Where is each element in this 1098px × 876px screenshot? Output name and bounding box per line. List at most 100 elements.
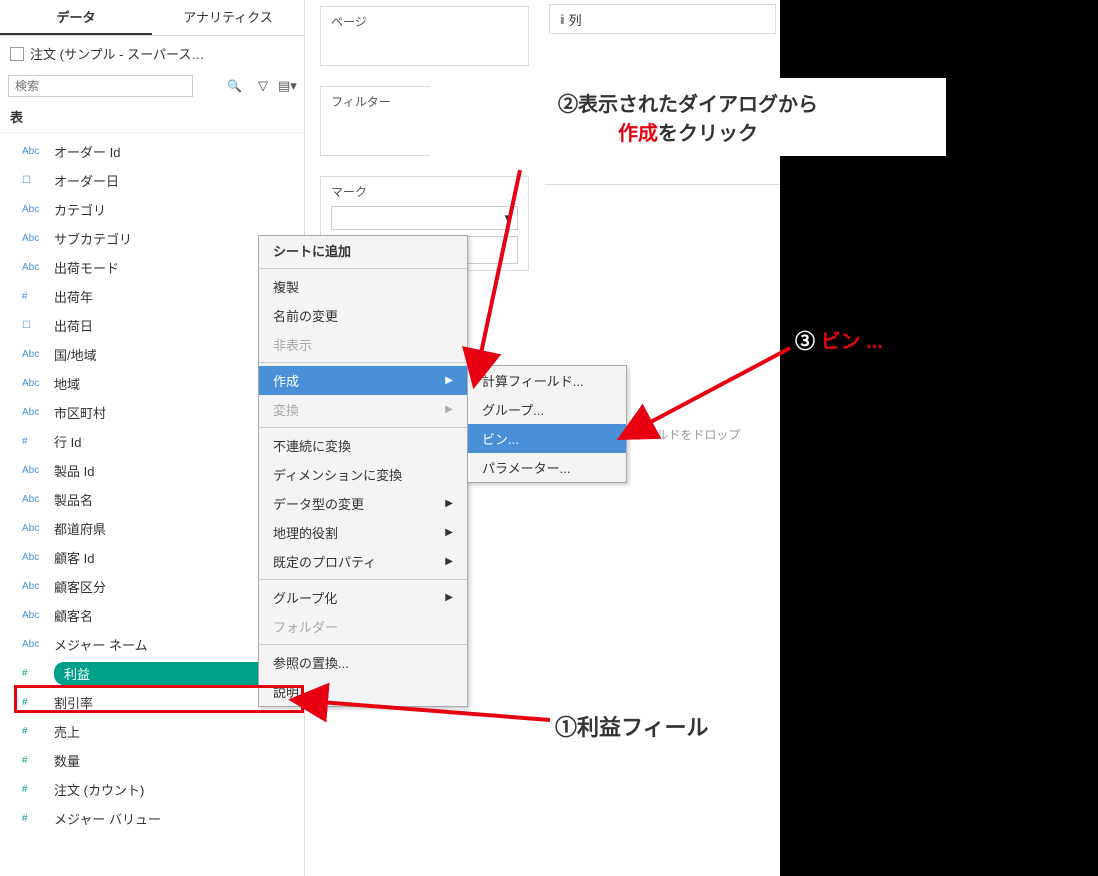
field-type-icon: # [22,668,46,679]
datasource-icon [10,47,24,61]
submenu-group[interactable]: グループ... [468,395,626,424]
submenu-calc-field[interactable]: 計算フィールド... [468,366,626,395]
field-type-icon: Abc [22,639,46,650]
sidebar-tabs: データ アナリティクス [0,0,304,36]
field-item[interactable]: # 注文 (カウント) [0,775,304,804]
chevron-right-icon: ▶ [445,498,453,509]
menu-add-to-sheet[interactable]: シートに追加 [259,236,467,265]
field-type-icon: Abc [22,407,46,418]
field-label: 市区町村 [54,403,106,422]
chevron-right-icon: ▶ [445,592,453,603]
field-label: 国/地域 [54,345,97,364]
columns-label: 列 [569,10,582,29]
datasource-name: 注文 (サンプル - スーパース… [30,44,204,63]
annotation-step2: ②表示されたダイアログから 作成をクリック [430,78,946,156]
menu-duplicate[interactable]: 複製 [259,272,467,301]
field-label: 顧客 Id [54,548,94,567]
menu-create[interactable]: 作成▶ [259,366,467,395]
annotation-step3: ③ ビン ... [795,325,883,354]
chevron-right-icon: ▶ [445,527,453,538]
annotation-step1: ①利益フィール [555,710,709,742]
field-type-icon: # [22,784,46,795]
field-item[interactable]: # 数量 [0,746,304,775]
filter-icon[interactable]: ▽ [254,78,272,94]
field-item[interactable]: ☐ オーダー日 [0,166,304,195]
tab-data[interactable]: データ [0,0,152,35]
chevron-right-icon: ▶ [445,556,453,567]
field-label: 出荷モード [54,258,119,277]
view-options-icon[interactable]: ▤▾ [278,78,296,94]
field-type-icon: ☐ [22,320,46,331]
field-type-icon: Abc [22,523,46,534]
field-type-icon: Abc [22,349,46,360]
field-label: 注文 (カウント) [54,780,144,799]
field-type-icon: Abc [22,494,46,505]
field-type-icon: Abc [22,581,46,592]
pages-shelf[interactable]: ページ [320,6,529,66]
menu-geo-role[interactable]: 地理的役割▶ [259,518,467,547]
field-label: オーダー日 [54,171,119,190]
field-label: メジャー ネーム [54,635,148,654]
field-label: 売上 [54,722,80,741]
submenu-parameter[interactable]: パラメーター... [468,453,626,482]
field-item[interactable]: Abc オーダー Id [0,137,304,166]
field-label: 製品名 [54,490,93,509]
field-type-icon: Abc [22,204,46,215]
menu-hide: 非表示 [259,330,467,359]
field-type-icon: Abc [22,610,46,621]
chevron-right-icon: ▶ [445,404,453,415]
menu-rename[interactable]: 名前の変更 [259,301,467,330]
search-icon: 🔍 [227,79,242,93]
create-submenu: 計算フィールド... グループ... ビン... パラメーター... [467,365,627,483]
columns-shelf[interactable]: iii 列 [549,4,776,34]
columns-icon: iii [560,12,563,27]
field-type-icon: # [22,726,46,737]
field-type-icon: # [22,813,46,824]
field-label: オーダー Id [54,142,120,161]
chevron-right-icon: ▶ [445,375,453,386]
context-menu: シートに追加 複製 名前の変更 非表示 作成▶ 変換▶ 不連続に変換 ディメンシ… [258,235,468,707]
datasource-row[interactable]: 注文 (サンプル - スーパース… [0,36,304,71]
field-type-icon: Abc [22,552,46,563]
tab-analytics[interactable]: アナリティクス [152,0,304,35]
field-type-icon: # [22,291,46,302]
field-type-icon: Abc [22,233,46,244]
field-label: 顧客区分 [54,577,106,596]
menu-replace-refs[interactable]: 参照の置換... [259,648,467,677]
highlight-profit-field [14,685,304,713]
field-type-icon: # [22,755,46,766]
field-item[interactable]: Abc カテゴリ [0,195,304,224]
field-type-icon: ☐ [22,175,46,186]
field-type-icon: Abc [22,146,46,157]
field-label: 都道府県 [54,519,106,538]
tables-header: 表 [0,101,304,133]
menu-change-type[interactable]: データ型の変更▶ [259,489,467,518]
field-label: 出荷年 [54,287,93,306]
caret-down-icon: ▾ [504,210,511,226]
menu-folder: フォルダー [259,612,467,641]
menu-default-props[interactable]: 既定のプロパティ▶ [259,547,467,576]
field-label: 数量 [54,751,80,770]
field-label: 行 Id [54,432,81,451]
menu-group-by[interactable]: グループ化▶ [259,583,467,612]
field-label: 地域 [54,374,80,393]
submenu-bin[interactable]: ビン... [468,424,626,453]
field-item[interactable]: # 売上 [0,717,304,746]
search-row: 🔍 ▽ ▤▾ [0,71,304,101]
menu-to-dimension[interactable]: ディメンションに変換 [259,460,467,489]
field-label: 出荷日 [54,316,93,335]
search-input[interactable] [8,75,193,97]
field-label: 顧客名 [54,606,93,625]
field-type-icon: # [22,436,46,447]
menu-to-discrete[interactable]: 不連続に変換 [259,431,467,460]
field-label: メジャー バリュー [54,809,161,828]
field-label: カテゴリ [54,200,106,219]
field-label: 製品 Id [54,461,94,480]
field-item[interactable]: # メジャー バリュー [0,804,304,833]
field-type-icon: Abc [22,378,46,389]
marks-label: マーク [331,183,518,200]
marks-type-dropdown[interactable]: ▾ [331,206,518,230]
field-type-icon: Abc [22,465,46,476]
pages-label: ページ [331,13,518,30]
field-type-icon: Abc [22,262,46,273]
